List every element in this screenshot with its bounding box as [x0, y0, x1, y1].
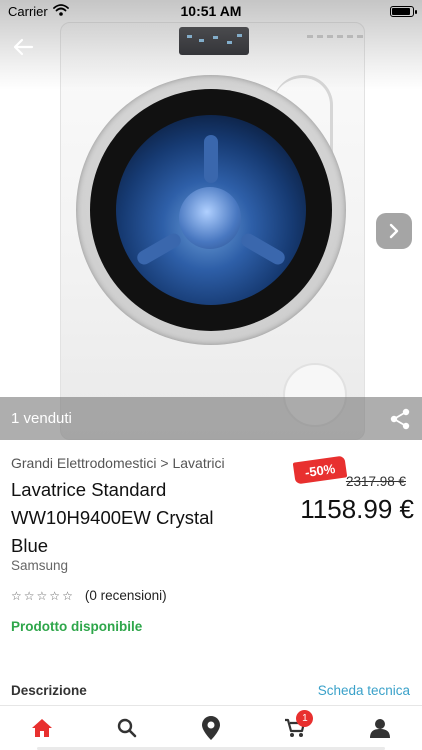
description-heading[interactable]: Descrizione: [11, 683, 87, 698]
back-button[interactable]: [8, 32, 38, 62]
tab-home[interactable]: [17, 708, 67, 748]
rating-row[interactable]: ☆ ☆ ☆ ☆ ☆ (0 recensioni): [11, 588, 167, 603]
availability-status: Prodotto disponibile: [11, 619, 143, 634]
share-icon: [390, 408, 410, 429]
tech-sheet-link[interactable]: Scheda tecnica: [318, 683, 410, 698]
star-icon: ☆: [62, 588, 73, 603]
sold-count: 1 venduti: [11, 410, 72, 427]
cart-count-badge: 1: [296, 710, 314, 727]
tab-cart[interactable]: 1: [270, 708, 320, 748]
rating-stars: ☆ ☆ ☆ ☆ ☆: [11, 589, 73, 603]
breadcrumb[interactable]: Grandi Elettrodomestici > Lavatrici: [11, 455, 225, 471]
product-title-line: Lavatrice Standard: [11, 479, 167, 500]
star-icon: ☆: [36, 588, 48, 603]
back-arrow-icon: [13, 38, 34, 56]
old-price: 2317.98 €: [345, 474, 406, 489]
reviews-count: (0 recensioni): [84, 588, 167, 603]
star-icon: ☆: [11, 588, 22, 603]
product-title-line: WW10H9400EW Crystal: [11, 507, 214, 528]
tab-bar: 1: [0, 705, 422, 750]
star-icon: ☆: [49, 588, 61, 603]
location-pin-icon: [201, 716, 220, 740]
tab-account[interactable]: [355, 708, 405, 748]
next-image-button[interactable]: [376, 213, 412, 249]
user-icon: [369, 719, 390, 738]
sold-bar: 1 venduti: [0, 397, 422, 440]
product-title-line: Blue: [11, 535, 49, 556]
door: [76, 75, 346, 345]
status-bar: Carrier 10:51 AM: [0, 0, 422, 22]
battery-icon: [390, 5, 417, 17]
search-icon: [117, 718, 136, 738]
tab-search[interactable]: [102, 708, 152, 748]
brand-name: Samsung: [11, 558, 69, 573]
discount-badge: -50%: [292, 455, 348, 485]
star-icon: ☆: [23, 588, 35, 603]
status-time: 10:51 AM: [180, 3, 242, 19]
chevron-right-icon: [389, 223, 399, 239]
price: 1158.99 €: [300, 494, 414, 524]
product-title: Lavatrice Standard WW10H9400EW Crystal B…: [11, 476, 271, 560]
share-button[interactable]: [388, 407, 412, 431]
tab-stores[interactable]: [186, 708, 236, 748]
home-icon: [32, 719, 53, 737]
